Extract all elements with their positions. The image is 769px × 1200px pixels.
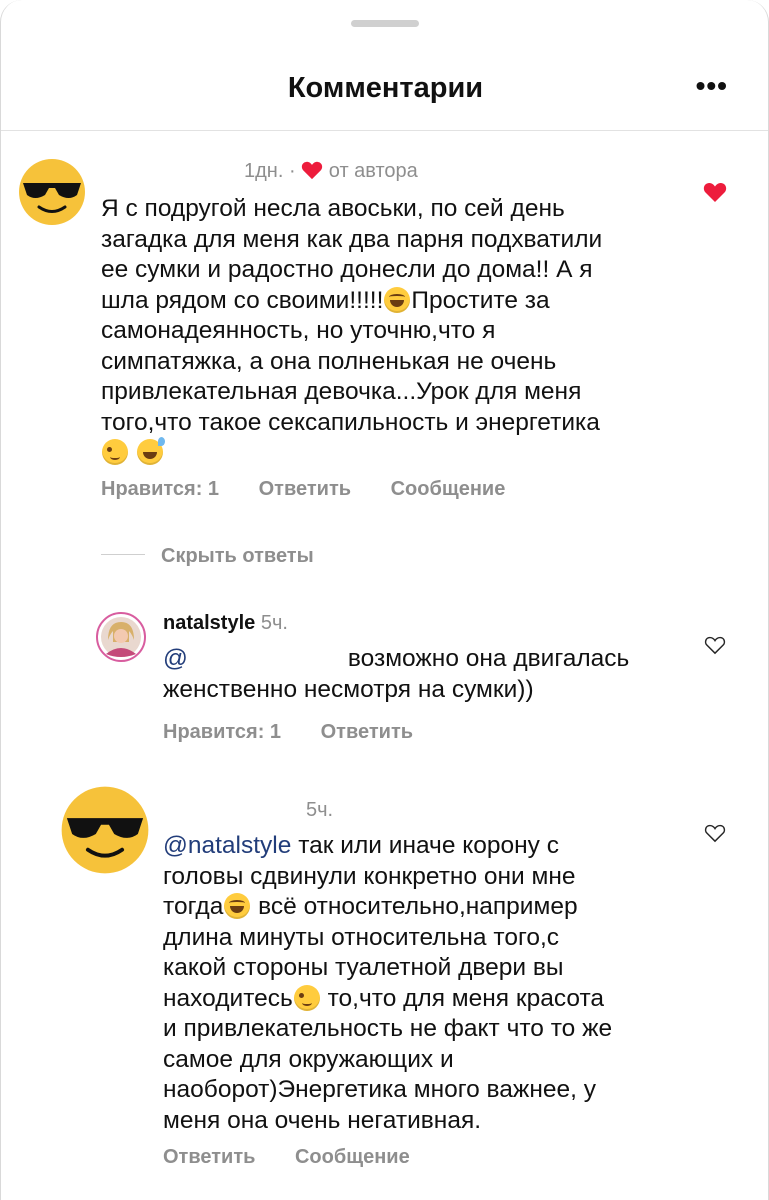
comment-time: 1дн. (244, 160, 284, 182)
avatar-cool-emoji[interactable] (17, 157, 87, 227)
like-heart-outline-icon[interactable] (704, 823, 726, 843)
reply-button[interactable]: Ответить (259, 478, 351, 500)
comments-sheet: Комментарии ••• 1дн. · от автора Я с под… (0, 0, 769, 1200)
comment-line (101, 437, 701, 469)
meta-dot: · (288, 160, 296, 182)
reply-username[interactable]: natalstyle (163, 612, 255, 634)
tears-of-joy-emoji-icon (384, 286, 411, 313)
reply-line: @ возможно она двигалась (163, 644, 693, 675)
line-part: тогда (163, 893, 224, 920)
comment-line: длина минуты относительна того,с (163, 923, 560, 951)
more-options-icon[interactable]: ••• (696, 70, 728, 102)
likes-count[interactable]: Нравится: 1 (163, 721, 281, 743)
comment-line: самое для окружающих и (163, 1045, 454, 1073)
comment-text: Я с подругой несла авоськи, по сей день … (101, 194, 701, 469)
line-part: шла рядом со своими!!!!! (101, 286, 384, 314)
line-part: находитесь (163, 984, 293, 1012)
winking-emoji-icon (293, 984, 320, 1011)
comment-line: наоборот)Энергетика много важнее, у (163, 1076, 596, 1103)
line-part: возможно она двигалась (347, 645, 630, 672)
comment-line: находитесь то,что для меня красота (163, 984, 693, 1015)
author-like-label: от автора (328, 160, 418, 182)
reply-line: женственно несмотря на сумки)) (163, 675, 534, 703)
comment-line: Я с подругой несла авоськи, по сей день (101, 195, 565, 222)
comment-meta: 1дн. · от автора (244, 160, 418, 183)
page-title: Комментарии (287, 72, 484, 104)
sweat-smile-emoji-icon (136, 437, 165, 465)
comment-line: того,что такое сексапильность и энергети… (101, 408, 600, 436)
reply-actions: Нравится: 1 Ответить (163, 721, 447, 744)
comment-text: @natalstyle так или иначе корону с голов… (163, 831, 693, 1136)
line-part: так или иначе корону с (298, 832, 559, 859)
comment-line: шла рядом со своими!!!!! Простите за (101, 286, 701, 317)
comment-line: какой стороны туалетной двери вы (163, 954, 564, 981)
comment-line: тогда всё относительно,например (163, 892, 693, 923)
comment-line: головы сдвинули конкретно они мне (163, 862, 576, 890)
reply-button[interactable]: Ответить (321, 721, 413, 743)
header-divider (1, 130, 768, 131)
author-heart-icon (302, 161, 323, 180)
comment-line: привлекательная девочка...Урок для меня (101, 378, 582, 405)
message-button[interactable]: Сообщение (295, 1146, 410, 1168)
reply-time: 5ч. (260, 612, 288, 634)
hide-replies-button[interactable]: Скрыть ответы (161, 545, 314, 568)
avatar-natalstyle[interactable] (96, 612, 146, 662)
like-heart-icon[interactable] (703, 181, 727, 203)
line-part: то,что для меня красота (327, 984, 605, 1012)
reply-text: @ возможно она двигалась женственно несмо… (163, 644, 693, 705)
message-button[interactable]: Сообщение (391, 478, 506, 500)
comment-line: меня она очень негативная. (163, 1106, 482, 1134)
like-heart-outline-icon[interactable] (704, 635, 726, 655)
comment-line: симпатяжка, а она полненькая не очень (101, 347, 557, 375)
tears-of-joy-emoji-icon (224, 893, 251, 919)
reply-meta: natalstyle 5ч. (163, 612, 288, 635)
comment-line: загадка для меня как два парня подхватил… (101, 225, 603, 253)
winking-emoji-icon (102, 439, 128, 465)
likes-count[interactable]: Нравится: 1 (101, 478, 219, 500)
comment-actions: Нравится: 1 Ответить Сообщение (101, 478, 539, 501)
mention-link[interactable]: @natalstyle (163, 832, 291, 859)
comment-line: самонадеянность, но уточню,что я (101, 317, 496, 344)
avatar-cool-emoji[interactable] (59, 784, 151, 876)
comment-time: 5ч. (306, 799, 334, 821)
comment-line: ее сумки и радостно донесли до дома!! А … (101, 256, 593, 283)
line-part: Простите за (411, 286, 550, 314)
drag-handle[interactable] (351, 20, 419, 27)
comment-line: @natalstyle так или иначе корону с (163, 831, 693, 862)
comment-actions: Ответить Сообщение (163, 1146, 444, 1169)
comment-line: и привлекательность не факт что то же (163, 1015, 613, 1042)
line-part: всё относительно,например (258, 893, 578, 920)
mention-link[interactable]: @ (163, 645, 188, 672)
hide-replies-line (101, 554, 145, 555)
reply-button[interactable]: Ответить (163, 1146, 255, 1168)
